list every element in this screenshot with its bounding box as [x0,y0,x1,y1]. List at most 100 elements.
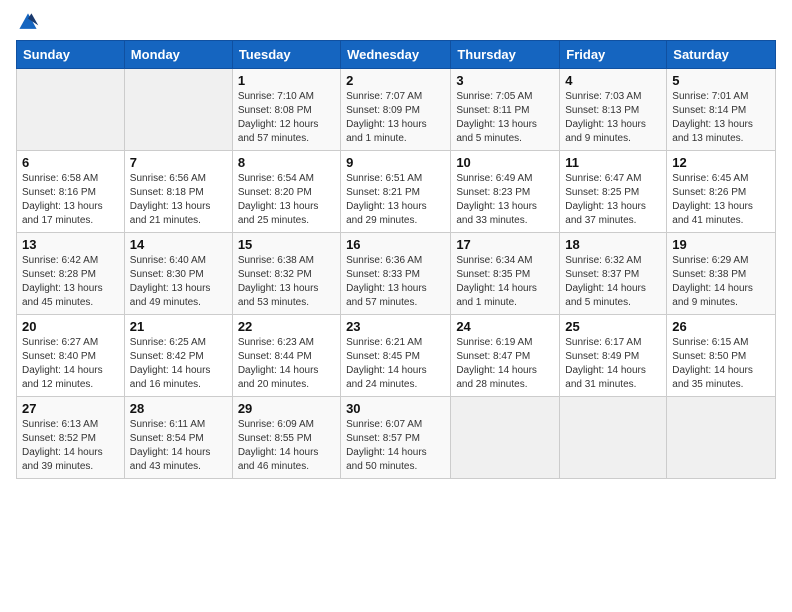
th-wednesday: Wednesday [341,41,451,69]
day-number: 7 [130,155,227,170]
day-cell: 24 Sunrise: 6:19 AM Sunset: 8:47 PM Dayli… [451,315,560,397]
day-cell: 16 Sunrise: 6:36 AM Sunset: 8:33 PM Dayli… [341,233,451,315]
day-cell [124,69,232,151]
day-info: Sunrise: 6:25 AM Sunset: 8:42 PM Dayligh… [130,336,227,392]
day-info: Sunrise: 6:09 AM Sunset: 8:55 PM Dayligh… [238,418,335,474]
day-cell: 8 Sunrise: 6:54 AM Sunset: 8:20 PM Daylig… [232,151,340,233]
day-number: 24 [456,319,554,334]
day-info: Sunrise: 6:51 AM Sunset: 8:21 PM Dayligh… [346,172,445,228]
day-cell: 4 Sunrise: 7:03 AM Sunset: 8:13 PM Daylig… [560,69,667,151]
day-number: 16 [346,237,445,252]
th-sunday: Sunday [17,41,125,69]
day-cell: 25 Sunrise: 6:17 AM Sunset: 8:49 PM Dayli… [560,315,667,397]
day-cell: 14 Sunrise: 6:40 AM Sunset: 8:30 PM Dayli… [124,233,232,315]
day-info: Sunrise: 6:38 AM Sunset: 8:32 PM Dayligh… [238,254,335,310]
day-cell [451,397,560,479]
day-info: Sunrise: 6:40 AM Sunset: 8:30 PM Dayligh… [130,254,227,310]
day-cell: 19 Sunrise: 6:29 AM Sunset: 8:38 PM Dayli… [667,233,776,315]
day-number: 27 [22,401,119,416]
logo-icon [16,10,40,34]
day-number: 6 [22,155,119,170]
day-number: 23 [346,319,445,334]
day-number: 3 [456,73,554,88]
th-saturday: Saturday [667,41,776,69]
day-number: 29 [238,401,335,416]
header-row: Sunday Monday Tuesday Wednesday Thursday… [17,41,776,69]
day-number: 20 [22,319,119,334]
day-info: Sunrise: 6:47 AM Sunset: 8:25 PM Dayligh… [565,172,661,228]
week-row-1: 1Sunrise: 7:10 AM Sunset: 8:08 PM Daylig… [17,69,776,151]
day-info: Sunrise: 6:36 AM Sunset: 8:33 PM Dayligh… [346,254,445,310]
day-cell: 6 Sunrise: 6:58 AM Sunset: 8:16 PM Daylig… [17,151,125,233]
day-number: 11 [565,155,661,170]
day-info: Sunrise: 6:32 AM Sunset: 8:37 PM Dayligh… [565,254,661,310]
th-tuesday: Tuesday [232,41,340,69]
day-cell: 28Sunrise: 6:11 AM Sunset: 8:54 PM Dayli… [124,397,232,479]
calendar-table: Sunday Monday Tuesday Wednesday Thursday… [16,40,776,479]
day-cell: 17 Sunrise: 6:34 AM Sunset: 8:35 PM Dayli… [451,233,560,315]
week-row-3: 13 Sunrise: 6:42 AM Sunset: 8:28 PM Dayli… [17,233,776,315]
day-cell [560,397,667,479]
day-info: Sunrise: 6:34 AM Sunset: 8:35 PM Dayligh… [456,254,554,310]
day-number: 10 [456,155,554,170]
day-number: 1 [238,73,335,88]
day-info: Sunrise: 6:11 AM Sunset: 8:54 PM Dayligh… [130,418,227,474]
day-cell [17,69,125,151]
day-number: 18 [565,237,661,252]
day-info: Sunrise: 6:21 AM Sunset: 8:45 PM Dayligh… [346,336,445,392]
day-cell: 2 Sunrise: 7:07 AM Sunset: 8:09 PM Daylig… [341,69,451,151]
day-info: Sunrise: 6:56 AM Sunset: 8:18 PM Dayligh… [130,172,227,228]
day-number: 2 [346,73,445,88]
day-cell: 29 Sunrise: 6:09 AM Sunset: 8:55 PM Dayli… [232,397,340,479]
day-number: 19 [672,237,770,252]
day-cell: 11 Sunrise: 6:47 AM Sunset: 8:25 PM Dayli… [560,151,667,233]
day-cell: 9Sunrise: 6:51 AM Sunset: 8:21 PM Daylig… [341,151,451,233]
page: Sunday Monday Tuesday Wednesday Thursday… [0,0,792,612]
day-cell: 20Sunrise: 6:27 AM Sunset: 8:40 PM Dayli… [17,315,125,397]
day-info: Sunrise: 6:29 AM Sunset: 8:38 PM Dayligh… [672,254,770,310]
day-info: Sunrise: 6:07 AM Sunset: 8:57 PM Dayligh… [346,418,445,474]
day-cell: 30Sunrise: 6:07 AM Sunset: 8:57 PM Dayli… [341,397,451,479]
day-info: Sunrise: 6:13 AM Sunset: 8:52 PM Dayligh… [22,418,119,474]
day-number: 17 [456,237,554,252]
day-info: Sunrise: 7:07 AM Sunset: 8:09 PM Dayligh… [346,90,445,146]
day-cell: 3 Sunrise: 7:05 AM Sunset: 8:11 PM Daylig… [451,69,560,151]
day-number: 22 [238,319,335,334]
day-number: 13 [22,237,119,252]
day-cell: 26Sunrise: 6:15 AM Sunset: 8:50 PM Dayli… [667,315,776,397]
day-cell: 13 Sunrise: 6:42 AM Sunset: 8:28 PM Dayli… [17,233,125,315]
day-cell: 12Sunrise: 6:45 AM Sunset: 8:26 PM Dayli… [667,151,776,233]
day-cell: 7 Sunrise: 6:56 AM Sunset: 8:18 PM Daylig… [124,151,232,233]
day-cell: 18 Sunrise: 6:32 AM Sunset: 8:37 PM Dayli… [560,233,667,315]
day-number: 14 [130,237,227,252]
day-info: Sunrise: 7:05 AM Sunset: 8:11 PM Dayligh… [456,90,554,146]
day-info: Sunrise: 6:19 AM Sunset: 8:47 PM Dayligh… [456,336,554,392]
day-info: Sunrise: 7:01 AM Sunset: 8:14 PM Dayligh… [672,90,770,146]
day-cell: 15 Sunrise: 6:38 AM Sunset: 8:32 PM Dayli… [232,233,340,315]
day-cell [667,397,776,479]
th-monday: Monday [124,41,232,69]
week-row-5: 27 Sunrise: 6:13 AM Sunset: 8:52 PM Dayli… [17,397,776,479]
day-number: 4 [565,73,661,88]
day-number: 26 [672,319,770,334]
day-number: 25 [565,319,661,334]
day-info: Sunrise: 6:58 AM Sunset: 8:16 PM Dayligh… [22,172,119,228]
day-info: Sunrise: 7:03 AM Sunset: 8:13 PM Dayligh… [565,90,661,146]
day-number: 15 [238,237,335,252]
day-info: Sunrise: 6:54 AM Sunset: 8:20 PM Dayligh… [238,172,335,228]
week-row-4: 20Sunrise: 6:27 AM Sunset: 8:40 PM Dayli… [17,315,776,397]
header [16,10,776,34]
th-thursday: Thursday [451,41,560,69]
day-info: Sunrise: 6:45 AM Sunset: 8:26 PM Dayligh… [672,172,770,228]
day-info: Sunrise: 6:49 AM Sunset: 8:23 PM Dayligh… [456,172,554,228]
logo [16,10,40,34]
day-cell: 10 Sunrise: 6:49 AM Sunset: 8:23 PM Dayli… [451,151,560,233]
week-row-2: 6 Sunrise: 6:58 AM Sunset: 8:16 PM Daylig… [17,151,776,233]
day-cell: 5Sunrise: 7:01 AM Sunset: 8:14 PM Daylig… [667,69,776,151]
day-number: 21 [130,319,227,334]
day-info: Sunrise: 6:23 AM Sunset: 8:44 PM Dayligh… [238,336,335,392]
day-info: Sunrise: 6:42 AM Sunset: 8:28 PM Dayligh… [22,254,119,310]
day-cell: 1Sunrise: 7:10 AM Sunset: 8:08 PM Daylig… [232,69,340,151]
day-info: Sunrise: 6:17 AM Sunset: 8:49 PM Dayligh… [565,336,661,392]
day-number: 8 [238,155,335,170]
